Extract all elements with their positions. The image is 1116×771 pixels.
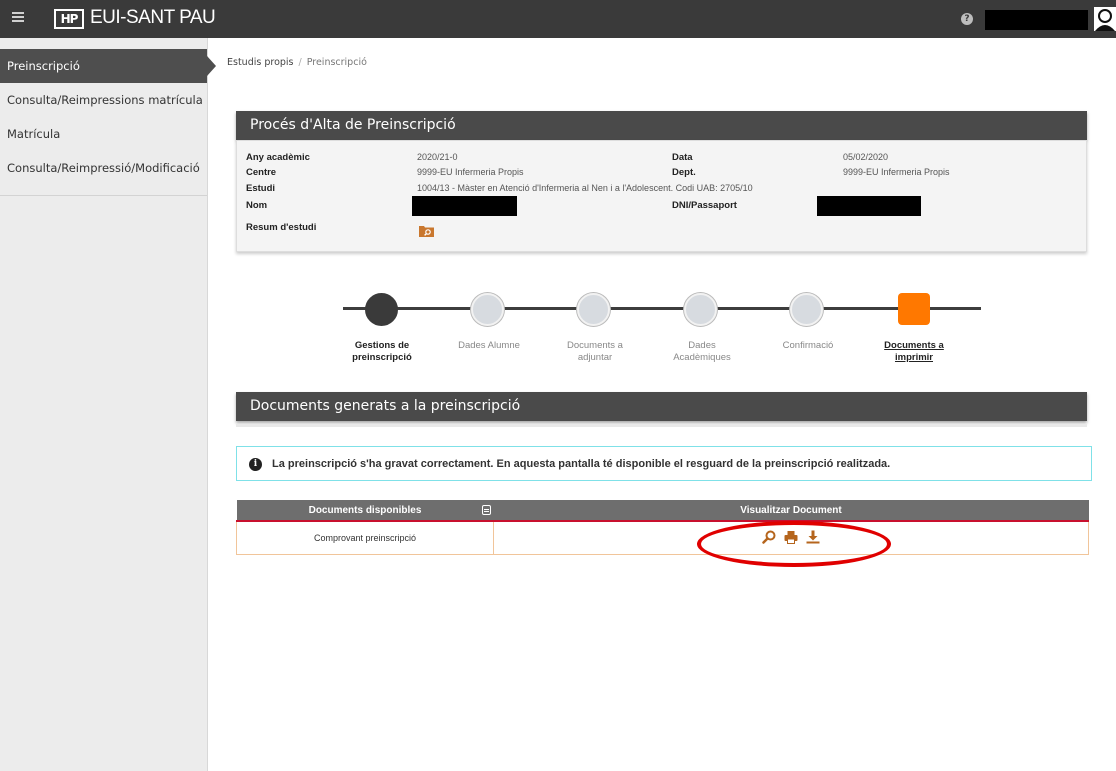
study-label: Estudi	[246, 183, 276, 194]
print-icon[interactable]	[784, 530, 798, 544]
step-documents-adjuntar-circle	[577, 293, 610, 326]
academic-year-value: 2020/21-0	[417, 152, 458, 162]
breadcrumb: Estudis propis / Preinscripció	[227, 57, 367, 68]
centre-label: Centre	[246, 167, 277, 178]
process-panel-title: Procés d'Alta de Preinscripció	[236, 111, 1087, 140]
step-confirmacio-circle	[790, 293, 823, 326]
dni-label: DNI/Passaport	[672, 200, 737, 211]
documents-panel-underline	[236, 424, 1087, 427]
column-header-documents[interactable]: Documents disponibles	[236, 500, 494, 522]
step-dades-academiques-circle	[684, 293, 717, 326]
sort-icon[interactable]	[481, 505, 491, 515]
sidebar-divider	[0, 195, 207, 196]
name-value-redacted	[412, 196, 517, 216]
folder-search-icon[interactable]	[419, 222, 434, 237]
brand-name: EUI-SANT PAU	[90, 7, 216, 28]
user-name-redacted[interactable]	[985, 10, 1088, 30]
breadcrumb-separator: /	[298, 57, 302, 68]
sidebar-item-label: Preinscripció	[7, 59, 80, 73]
dept-label: Dept.	[672, 167, 696, 178]
dni-value-redacted	[817, 196, 921, 216]
step-label-documents-imprimir: Documents a imprimir	[884, 340, 944, 363]
sidebar-item-matricula[interactable]: Matrícula	[0, 117, 207, 151]
name-label: Nom	[246, 200, 268, 211]
help-icon[interactable]: ?	[961, 13, 973, 25]
study-value: 1004/13 - Màster en Atenció d'Infermeria…	[417, 183, 753, 193]
info-icon: i	[249, 458, 262, 471]
dept-value: 9999-EU Infermeria Propis	[843, 167, 950, 177]
sidebar-item-label: Consulta/Reimpressions matrícula	[7, 93, 203, 107]
table-row: Comprovant preinscripció	[236, 520, 1089, 555]
breadcrumb-root[interactable]: Estudis propis	[227, 57, 294, 68]
sidebar-item-consulta-reimpressions[interactable]: Consulta/Reimpressions matrícula	[0, 83, 207, 117]
documents-table: Documents disponibles Visualitzar Docume…	[236, 500, 1089, 555]
sidebar-item-preinscripcio[interactable]: Preinscripció	[0, 49, 216, 83]
step-gestions-circle	[365, 293, 398, 326]
academic-year-label: Any acadèmic	[246, 152, 310, 163]
document-actions-cell	[493, 520, 1089, 555]
column-header-view: Visualitzar Document	[493, 500, 1089, 522]
hamburger-menu-icon[interactable]	[12, 12, 24, 24]
logo-mark: HP	[54, 9, 84, 29]
sidebar: Preinscripció Consulta/Reimpressions mat…	[0, 38, 216, 771]
search-icon[interactable]	[762, 530, 776, 544]
alert-message: La preinscripció s'ha gravat correctamen…	[272, 458, 891, 470]
documents-panel-title: Documents generats a la preinscripció	[236, 392, 1087, 421]
top-bar: HP EUI-SANT PAU ?	[0, 0, 1116, 38]
success-alert: i La preinscripció s'ha gravat correctam…	[236, 446, 1092, 481]
process-info-panel: Any acadèmic 2020/21-0 Data 05/02/2020 C…	[236, 140, 1087, 252]
download-icon[interactable]	[806, 530, 820, 544]
step-label-confirmacio: Confirmació	[782, 340, 834, 351]
stepper-track	[343, 307, 981, 310]
step-label-documents-adjuntar: Documents a adjuntar	[567, 340, 623, 363]
breadcrumb-current: Preinscripció	[306, 57, 367, 68]
sidebar-item-label: Consulta/Reimpressió/Modificació	[7, 161, 200, 175]
step-documents-imprimir-current	[898, 293, 930, 325]
step-label-dades-academiques: Dades Acadèmiques	[673, 340, 731, 363]
study-summary-label: Resum d'estudi	[246, 222, 317, 233]
step-dades-alumne-circle	[471, 293, 504, 326]
user-avatar-icon[interactable]	[1094, 7, 1116, 31]
progress-stepper: Gestions de preinscripció Dades Alumne Do…	[236, 285, 1087, 380]
sidebar-item-label: Matrícula	[7, 127, 61, 141]
sidebar-item-consulta-modificacio[interactable]: Consulta/Reimpressió/Modificació	[0, 151, 207, 185]
date-value: 05/02/2020	[843, 152, 889, 162]
document-name-cell: Comprovant preinscripció	[236, 520, 494, 555]
centre-value: 9999-EU Infermeria Propis	[417, 167, 524, 177]
step-label-dades-alumne: Dades Alumne	[458, 340, 520, 351]
date-label: Data	[672, 152, 693, 163]
step-label-gestions: Gestions de preinscripció	[352, 340, 412, 363]
